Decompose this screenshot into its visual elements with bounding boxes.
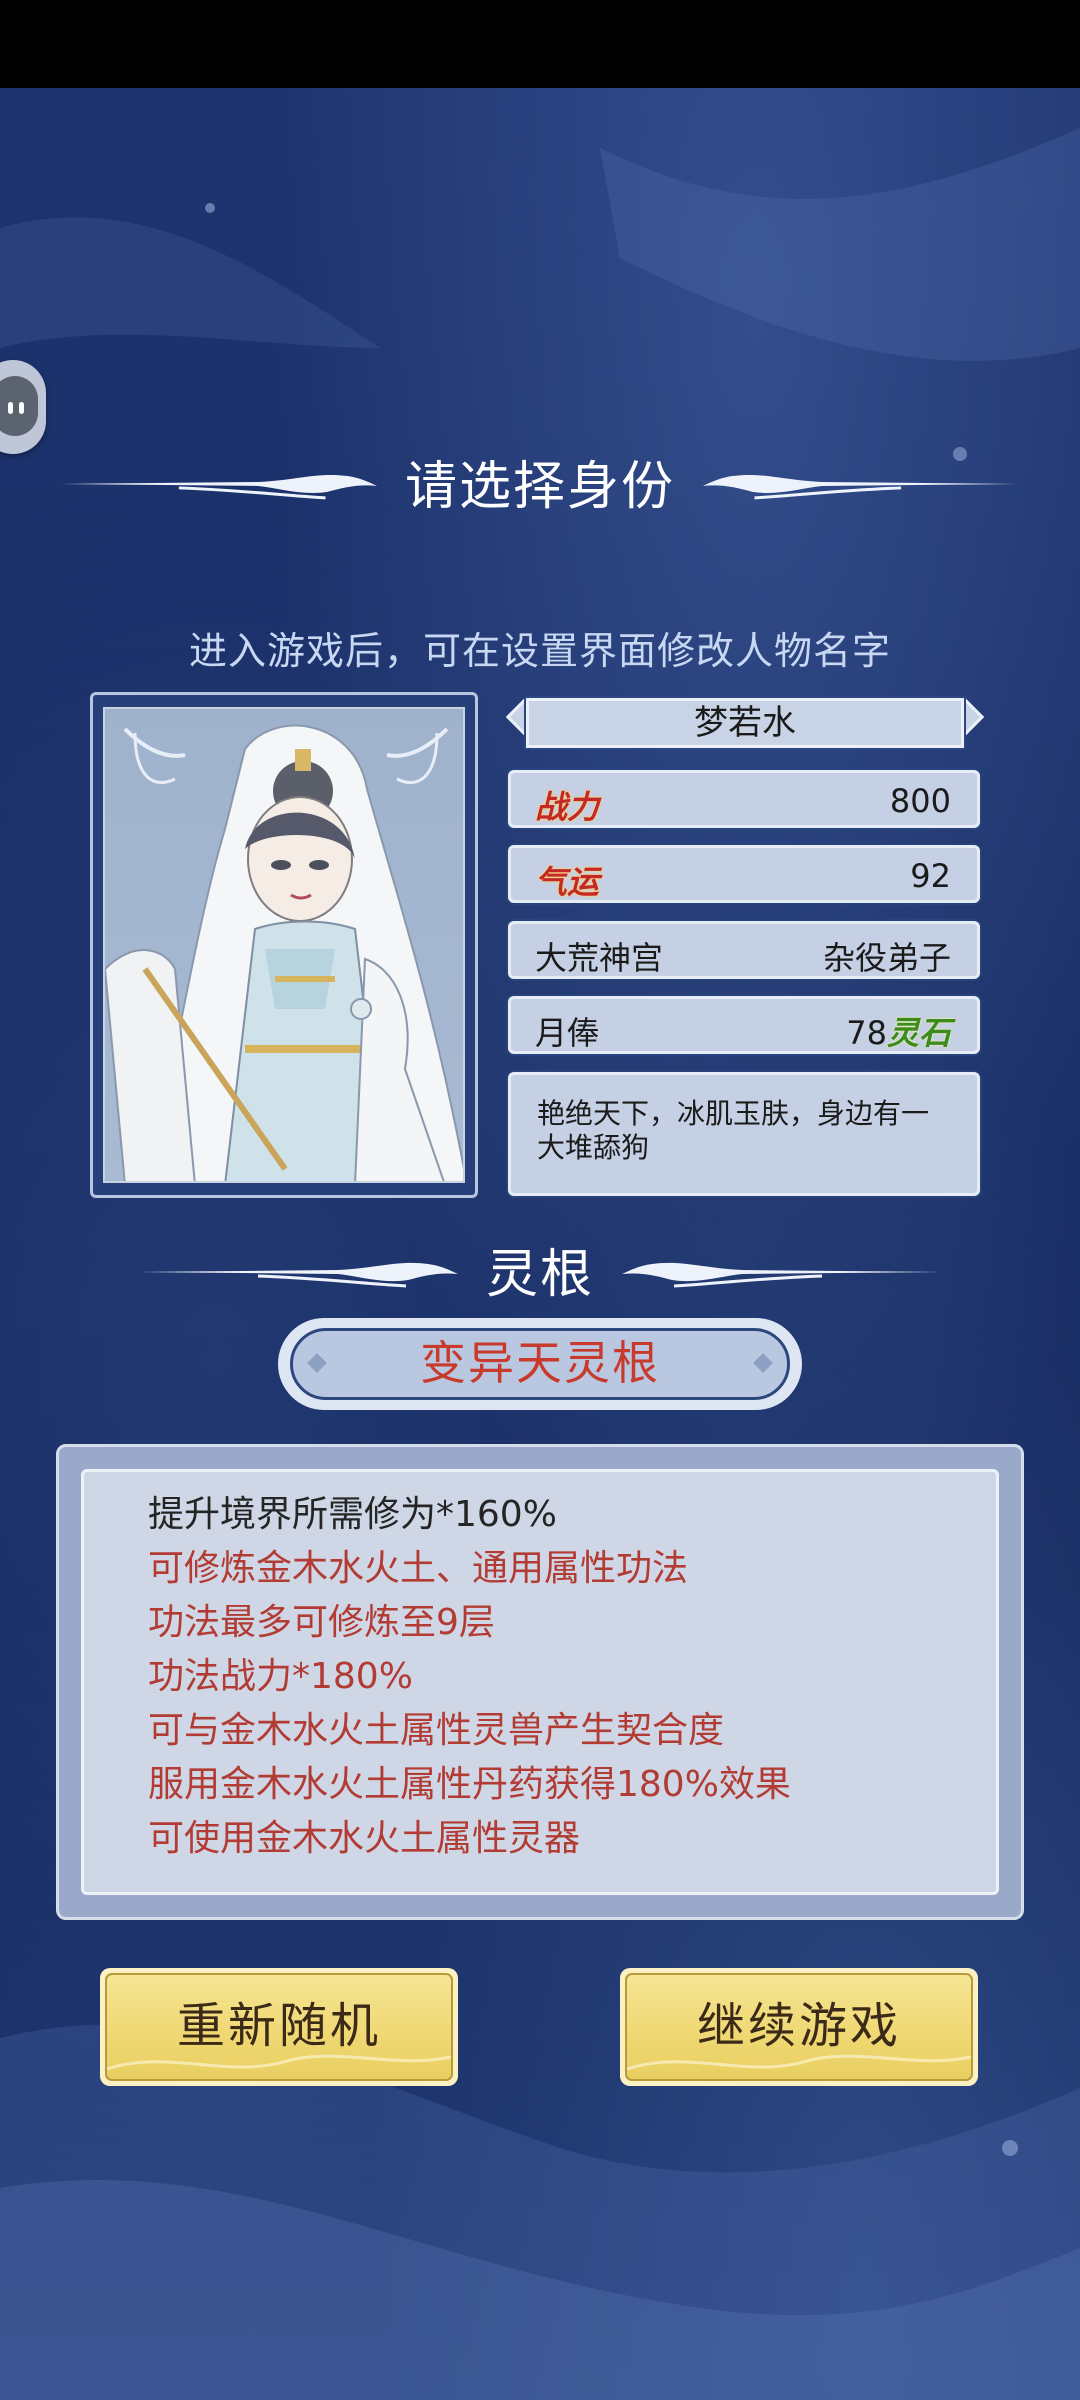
salary-row: 月俸 78灵石 — [508, 996, 980, 1054]
spirit-root-title: 灵根 — [485, 1245, 594, 1305]
luck-value: 92 — [910, 857, 951, 895]
luck-label: 气运 — [535, 863, 600, 901]
character-name: 梦若水 — [526, 698, 964, 748]
character-portrait-frame — [90, 692, 478, 1198]
trait-item: 服用金木水火土属性丹药获得180%效果 — [148, 1764, 791, 1805]
salary-label: 月俸 — [535, 1014, 600, 1052]
left-flourish-icon — [137, 1262, 458, 1287]
combat-power-value: 800 — [889, 782, 951, 820]
right-flourish-icon — [703, 474, 1020, 499]
salary-amount: 78灵石 — [846, 1008, 951, 1054]
trait-item: 提升境界所需修为*160% — [148, 1494, 557, 1535]
floating-assistant-button[interactable] — [0, 360, 46, 454]
sect-row: 大荒神宫 杂役弟子 — [508, 921, 980, 979]
character-description: 艳绝天下，冰肌玉肤，身边有一大堆舔狗 — [508, 1072, 980, 1196]
character-illustration — [105, 724, 463, 1181]
spirit-root-banner: 变异天灵根 — [268, 1318, 812, 1410]
trait-item: 可修炼金木水火土、通用属性功法 — [148, 1548, 689, 1589]
status-bar — [0, 0, 1080, 88]
character-name-plate: 梦若水 — [505, 694, 985, 752]
page-heading: 请选择身份 — [60, 444, 1020, 519]
spirit-root-heading: 灵根 — [60, 1232, 1020, 1307]
continue-game-button-label: 继续游戏 — [696, 1998, 901, 2054]
chat-bubble-icon — [0, 376, 38, 436]
right-flourish-icon — [622, 1262, 942, 1287]
character-portrait — [103, 707, 465, 1183]
combat-power-row: 战力 800 — [508, 770, 980, 828]
trait-item: 可使用金木水火土属性灵器 — [148, 1818, 581, 1859]
combat-power-label: 战力 — [535, 788, 600, 826]
sect-rank: 杂役弟子 — [822, 939, 951, 977]
trait-item: 功法最多可修炼至9层 — [148, 1602, 495, 1643]
reroll-button[interactable]: 重新随机 — [100, 1968, 458, 2086]
luck-row: 气运 92 — [508, 845, 980, 903]
traits-list: 提升境界所需修为*160% 可修炼金木水火土、通用属性功法 功法最多可修炼至9层… — [81, 1469, 999, 1895]
trait-item: 功法战力*180% — [148, 1656, 413, 1697]
sect-name: 大荒神宫 — [535, 939, 664, 977]
reroll-button-label: 重新随机 — [176, 1998, 381, 2054]
salary-value: 78 — [846, 1014, 887, 1052]
game-background: 请选择身份 进入游戏后，可在设置界面修改人物名字 梦若水 战力 800 气运 9… — [0, 88, 1080, 2400]
page-subtitle: 进入游戏后，可在设置界面修改人物名字 — [188, 629, 891, 673]
page-title: 请选择身份 — [404, 457, 675, 517]
trait-item: 可与金木水火土属性灵兽产生契合度 — [148, 1710, 725, 1751]
spirit-root-traits-panel: 提升境界所需修为*160% 可修炼金木水火土、通用属性功法 功法最多可修炼至9层… — [56, 1444, 1024, 1920]
spirit-stone-unit: 灵石 — [886, 1014, 951, 1052]
continue-game-button[interactable]: 继续游戏 — [620, 1968, 978, 2086]
spirit-root-type: 变异天灵根 — [290, 1328, 790, 1400]
left-flourish-icon — [60, 474, 377, 499]
